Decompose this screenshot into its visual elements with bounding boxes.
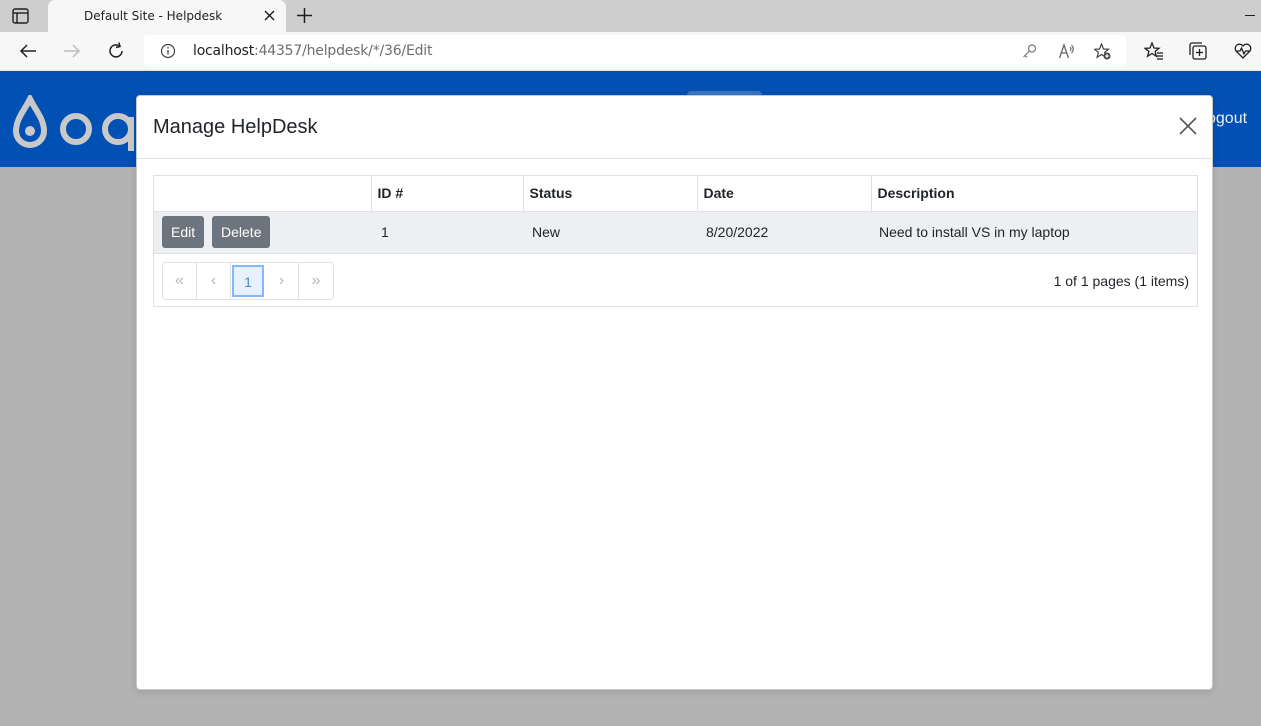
url-path: :44357/helpdesk/*/36/Edit [254,43,433,59]
refresh-icon[interactable] [106,41,126,61]
logout-link[interactable]: ogout [1207,110,1247,128]
url-host: localhost [193,43,255,59]
column-header-description: Description [871,176,1197,212]
read-aloud-icon[interactable] [1058,43,1075,60]
table-header-row: ID # Status Date Description [154,176,1197,212]
close-tab-icon[interactable] [263,9,276,22]
row-actions-cell: Edit Delete [154,211,371,254]
table-row: Edit Delete 1 New 8/20/2022 Need to inst… [154,211,1197,254]
minimize-icon[interactable] [1245,15,1255,16]
new-tab-icon[interactable] [296,7,313,24]
tab-actions-icon[interactable] [12,8,29,24]
browser-tab-bar: Default Site - Helpdesk [0,0,1261,32]
forward-icon[interactable] [62,41,82,61]
column-header-status: Status [523,176,698,212]
cell-description: Need to install VS in my laptop [871,211,1197,254]
url-text[interactable]: localhost:44357/helpdesk/*/36/Edit [193,43,432,59]
pager-row: « ‹ 1 › » 1 of 1 pages (1 items) [154,254,1197,308]
favorites-icon[interactable] [1144,41,1164,61]
pagination: « ‹ 1 › » [162,261,334,300]
cell-id: 1 [371,211,523,254]
next-page-button[interactable]: › [265,262,299,299]
browser-essentials-icon[interactable] [1233,41,1253,61]
key-icon[interactable] [1021,43,1038,60]
address-bar[interactable]: localhost:44357/helpdesk/*/36/Edit [144,35,1126,67]
cell-date: 8/20/2022 [697,211,871,254]
modal-header: Manage HelpDesk [137,96,1212,159]
modal-title: Manage HelpDesk [153,116,318,138]
browser-tab[interactable]: Default Site - Helpdesk [48,0,286,32]
oqtane-logo[interactable] [10,95,140,151]
first-page-button[interactable]: « [163,262,197,299]
delete-button[interactable]: Delete [212,216,271,248]
collections-icon[interactable] [1188,41,1208,61]
column-header-date: Date [697,176,872,212]
info-icon[interactable] [160,43,176,59]
manage-helpdesk-modal: Manage HelpDesk ID # Status Date Descrip… [136,95,1213,690]
helpdesk-table: ID # Status Date Description Edit Delete… [154,176,1197,254]
browser-toolbar: localhost:44357/helpdesk/*/36/Edit [0,32,1261,71]
tab-title: Default Site - Helpdesk [84,9,223,23]
column-header-actions [154,176,372,212]
previous-page-button[interactable]: ‹ [197,262,231,299]
cell-status: New [523,211,697,254]
last-page-button[interactable]: » [299,263,333,299]
close-icon[interactable] [1178,116,1198,136]
page-info: 1 of 1 pages (1 items) [1053,272,1189,289]
add-favorite-icon[interactable] [1094,43,1111,60]
back-icon[interactable] [18,41,38,61]
edit-button[interactable]: Edit [162,216,205,248]
column-header-id: ID # [371,176,524,212]
helpdesk-grid: ID # Status Date Description Edit Delete… [153,175,1198,307]
page-1-button[interactable]: 1 [232,264,264,297]
